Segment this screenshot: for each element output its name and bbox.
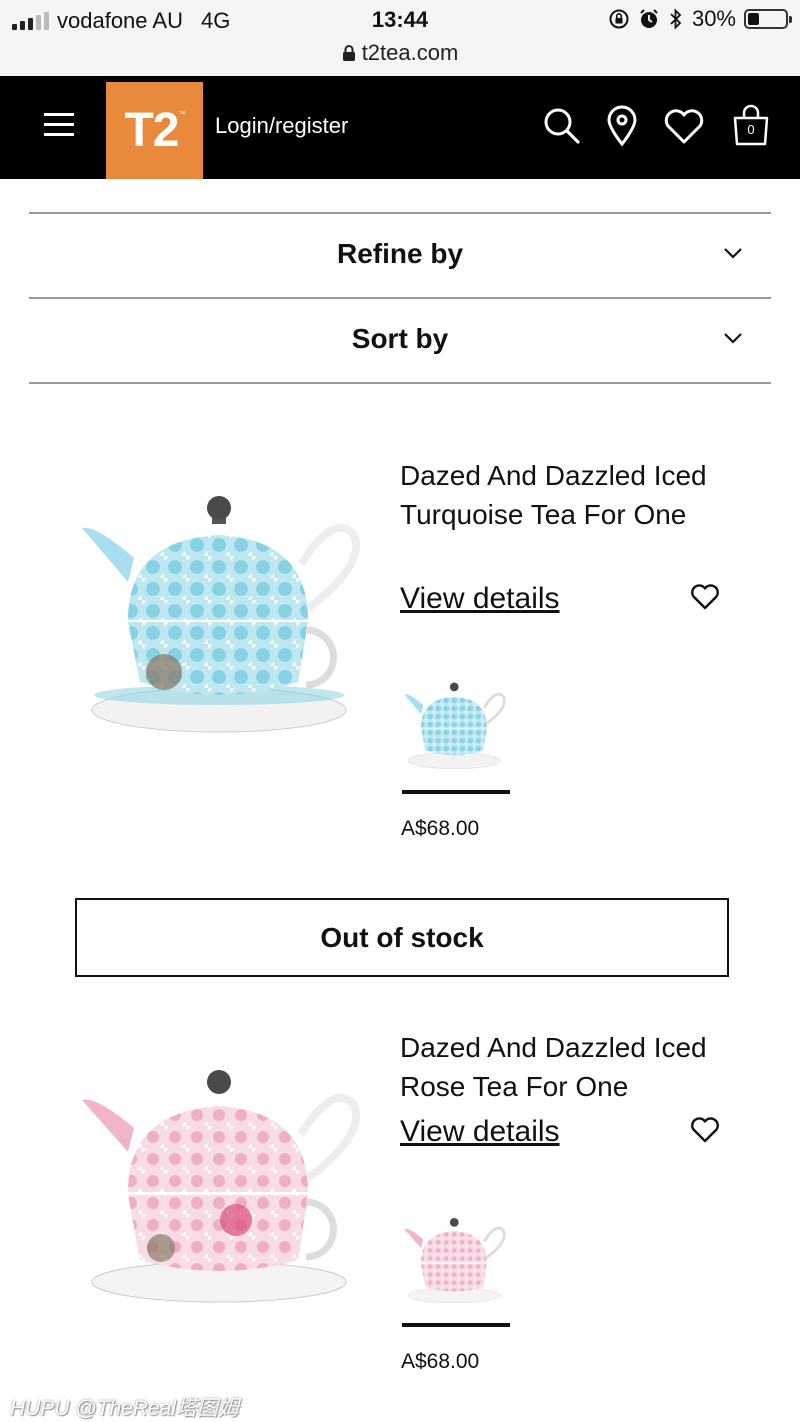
divider xyxy=(29,382,771,384)
menu-icon[interactable] xyxy=(44,113,74,137)
logo-trademark: ™ xyxy=(178,111,186,118)
bluetooth-icon xyxy=(670,8,682,30)
product-image-rose-teapot[interactable] xyxy=(76,1060,366,1310)
t2-logo[interactable]: T2 ™ xyxy=(106,82,203,179)
logo-text: T2 xyxy=(124,104,179,157)
wishlist-heart-icon[interactable] xyxy=(690,1117,720,1143)
product-thumbnail-rose[interactable] xyxy=(402,1214,508,1306)
product-price: A$68.00 xyxy=(401,1350,480,1373)
product-thumbnail-turquoise[interactable] xyxy=(402,680,508,772)
chevron-down-icon xyxy=(724,333,742,344)
battery-icon xyxy=(744,9,792,29)
wishlist-heart-icon[interactable] xyxy=(690,584,720,610)
thumbnail-selected-indicator xyxy=(402,1323,510,1327)
watermark: HUPU @TheReal塔图姆 xyxy=(10,1397,240,1420)
chevron-down-icon xyxy=(724,248,742,259)
refine-by-label: Refine by xyxy=(336,238,464,269)
view-details-link[interactable]: View details xyxy=(400,1115,560,1149)
view-details-link[interactable]: View details xyxy=(400,582,560,616)
wishlist-heart-icon[interactable] xyxy=(662,104,706,148)
product-title[interactable]: Dazed And Dazzled Iced Turquoise Tea For… xyxy=(400,456,730,534)
rotation-lock-icon xyxy=(609,9,629,29)
thumbnail-selected-indicator xyxy=(402,790,510,794)
out-of-stock-button[interactable]: Out of stock xyxy=(75,898,729,977)
sort-by-label: Sort by xyxy=(351,323,449,354)
sort-by-dropdown[interactable]: Sort by xyxy=(29,297,771,381)
status-right: 30% xyxy=(608,6,792,32)
site-header: T2 ™ Login/register 0 xyxy=(0,76,800,179)
url-text: t2tea.com xyxy=(361,40,459,65)
product-title[interactable]: Dazed And Dazzled Iced Rose Tea For One xyxy=(400,1028,730,1106)
alarm-icon xyxy=(640,9,658,28)
location-pin-icon[interactable] xyxy=(600,104,644,148)
login-register-link[interactable]: Login/register xyxy=(215,113,348,139)
url-bar[interactable]: t2tea.com xyxy=(0,40,800,66)
bag-count: 0 xyxy=(747,122,755,137)
product-image-turquoise-teapot[interactable] xyxy=(76,490,366,740)
status-bar: vodafone AU 4G 13:44 30% t2tea.com xyxy=(0,0,800,76)
battery-percent: 30% xyxy=(691,6,736,31)
search-icon[interactable] xyxy=(540,104,584,148)
shopping-bag-icon[interactable]: 0 xyxy=(731,104,771,148)
product-price: A$68.00 xyxy=(401,817,480,840)
refine-by-dropdown[interactable]: Refine by xyxy=(29,212,771,296)
lock-icon xyxy=(342,45,355,61)
